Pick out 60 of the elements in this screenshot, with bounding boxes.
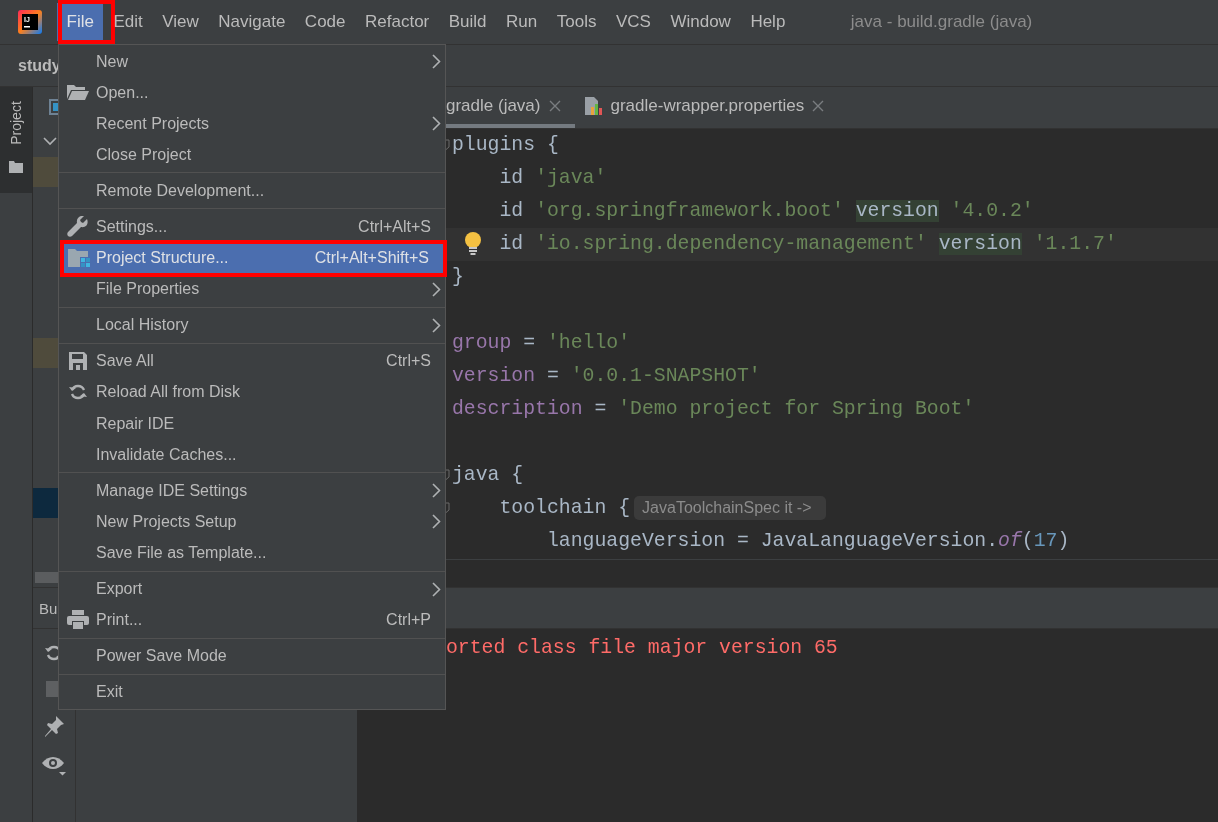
menu-bar-item[interactable]: Build [438, 3, 497, 41]
menu-bar-item[interactable]: Help [740, 3, 795, 41]
menu-item[interactable]: Close Project [59, 139, 445, 171]
save-icon [68, 352, 87, 371]
menu-item[interactable]: Exit [59, 676, 445, 708]
code-line: java { [452, 463, 524, 488]
build-panel-title[interactable]: Bu [39, 599, 58, 617]
code-line: id 'java' [499, 166, 607, 191]
menu-bar-item[interactable]: Refactor [355, 3, 439, 41]
menu-item[interactable]: Print... Ctrl+P [59, 604, 445, 636]
menu-item[interactable]: File Properties [59, 273, 445, 305]
code-line: version = '0.0.1-SNAPSHOT' [452, 364, 761, 389]
menu-item[interactable]: Reload All from Disk [59, 376, 445, 409]
menu-item[interactable]: New [59, 46, 445, 78]
menu-item[interactable]: Invalidate Caches... [59, 439, 445, 471]
editor-tab[interactable]: gradle-wrapper.properties [574, 87, 839, 128]
bulb-icon[interactable] [463, 231, 483, 255]
menu-item[interactable]: Manage IDE Settings [59, 475, 445, 507]
menu-item[interactable]: Save File as Template... [59, 537, 445, 569]
menu-item[interactable]: Project Structure... Ctrl+Alt+Shift+S [61, 242, 443, 274]
chevron-down-icon[interactable] [43, 137, 57, 146]
code-line: toolchain { JavaToolchainSpec it -> [499, 492, 826, 525]
eye-icon[interactable] [41, 755, 67, 777]
pin-icon[interactable] [43, 715, 65, 737]
menu-bar-item[interactable]: Tools [546, 3, 606, 41]
close-icon[interactable] [548, 99, 561, 112]
menu-item[interactable]: Remote Development... [59, 175, 445, 207]
code-line: languageVersion = JavaLanguageVersion.of(17) [547, 529, 1070, 554]
code-line: id 'io.spring.dependency-management' version '1.1.7' [499, 232, 1117, 257]
error-message: orted class file major version 65 [446, 637, 838, 659]
menu-bar-item[interactable]: VCS [605, 3, 661, 41]
code-line: description = 'Demo project for Spring Boot' [452, 397, 975, 422]
menu-item[interactable]: Repair IDE [59, 408, 445, 440]
menu-bar-item[interactable]: Code [294, 3, 355, 41]
code-line: } [452, 265, 464, 290]
menu-item[interactable]: Save All Ctrl+S [59, 345, 445, 377]
menu-item[interactable]: Settings... Ctrl+Alt+S [59, 211, 445, 243]
menu-item[interactable]: New Projects Setup [59, 506, 445, 538]
menu-item[interactable]: Export [59, 573, 445, 605]
project-name[interactable]: study [18, 56, 61, 75]
properties-file-icon [582, 95, 603, 116]
menu-bar-item[interactable]: View [152, 3, 209, 41]
folder-icon [9, 161, 23, 173]
folder-icon [67, 249, 90, 268]
printer-icon [66, 610, 89, 631]
menu-bar-item[interactable]: Edit [103, 3, 153, 41]
code-line: plugins { [452, 133, 559, 158]
code-line: id 'org.springframework.boot' version '4.0.2' [499, 199, 1034, 224]
menu-item[interactable]: Local History [59, 309, 445, 341]
project-tool-tab[interactable]: Project [0, 87, 32, 193]
highlight-frame [58, 0, 115, 44]
menu-bar-item[interactable]: Navigate [208, 3, 295, 41]
code-line: group = 'hello' [452, 331, 631, 356]
menu-bar-item[interactable]: Run [496, 3, 547, 41]
close-icon[interactable] [812, 99, 825, 112]
window-title: java - build.gradle (java) [850, 12, 1033, 32]
folder-icon [66, 84, 89, 101]
menu-item[interactable]: Power Save Mode [59, 640, 445, 672]
wrench-icon [66, 216, 89, 238]
menu-bar-item[interactable]: Window [660, 3, 741, 41]
